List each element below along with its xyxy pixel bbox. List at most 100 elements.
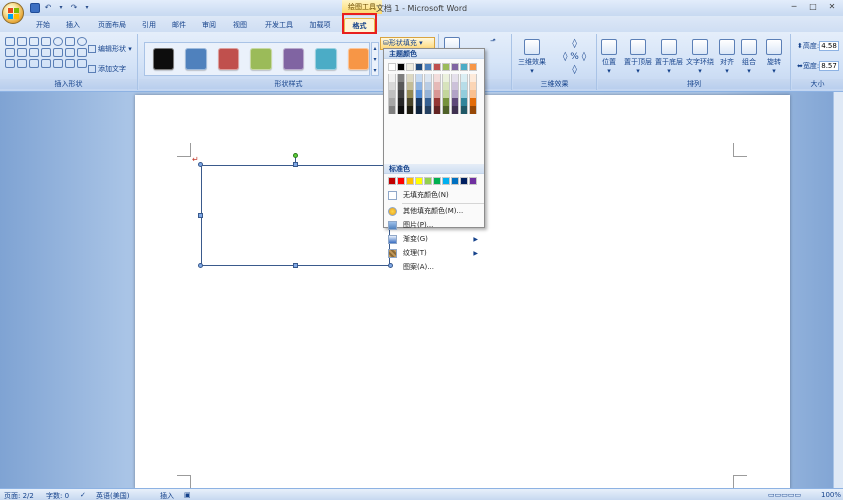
proofing-icon[interactable]: ✓ <box>80 491 86 499</box>
color-swatch[interactable] <box>451 90 459 98</box>
color-swatch[interactable] <box>433 63 441 71</box>
view-buttons[interactable]: ▭▭▭▭▭ <box>768 491 801 499</box>
color-swatch[interactable] <box>388 82 396 90</box>
tab-mailings[interactable]: 邮件 <box>166 18 192 32</box>
color-swatch[interactable] <box>433 90 441 98</box>
word-count[interactable]: 字数: 0 <box>46 491 69 500</box>
color-swatch[interactable] <box>424 63 432 71</box>
gallery-scroll[interactable]: ▴ ▾ ▾ <box>371 42 379 76</box>
color-swatch[interactable] <box>397 82 405 90</box>
color-swatch[interactable] <box>406 106 414 114</box>
tab-add-ins[interactable]: 加载项 <box>303 18 337 32</box>
color-swatch[interactable] <box>451 177 459 185</box>
color-swatch[interactable] <box>415 106 423 114</box>
style-swatch[interactable] <box>347 48 369 70</box>
color-swatch[interactable] <box>388 98 396 106</box>
color-swatch[interactable] <box>442 90 450 98</box>
color-swatch[interactable] <box>469 177 477 185</box>
color-swatch[interactable] <box>442 82 450 90</box>
texture-fill-item[interactable]: 纹理(T) ▶ <box>385 247 483 260</box>
shapes-gallery[interactable] <box>5 37 87 68</box>
style-swatch[interactable] <box>250 48 272 70</box>
bring-to-front-button[interactable]: 置于顶层 ▾ <box>624 39 652 75</box>
color-swatch[interactable] <box>424 98 432 106</box>
color-swatch[interactable] <box>469 106 477 114</box>
style-swatch[interactable] <box>217 48 240 70</box>
color-swatch[interactable] <box>406 63 414 71</box>
color-swatch[interactable] <box>433 106 441 114</box>
color-swatch[interactable] <box>442 177 450 185</box>
tab-view[interactable]: 视图 <box>227 18 253 32</box>
insert-mode[interactable]: 插入 <box>160 491 174 500</box>
color-swatch[interactable] <box>442 106 450 114</box>
maximize-icon[interactable]: □ <box>804 1 822 13</box>
rotation-handle[interactable] <box>293 153 298 158</box>
color-swatch[interactable] <box>415 63 423 71</box>
rotate-button[interactable]: 旋转 ▾ <box>766 39 782 75</box>
color-swatch[interactable] <box>424 177 432 185</box>
color-swatch[interactable] <box>415 74 423 82</box>
color-swatch[interactable] <box>406 177 414 185</box>
color-swatch[interactable] <box>415 82 423 90</box>
tab-home[interactable]: 开始 <box>30 18 56 32</box>
color-swatch[interactable] <box>451 82 459 90</box>
tab-developer[interactable]: 开发工具 <box>259 18 299 32</box>
color-swatch[interactable] <box>406 74 414 82</box>
color-swatch[interactable] <box>460 63 468 71</box>
color-swatch[interactable] <box>406 82 414 90</box>
add-text-button[interactable]: 添加文字 <box>88 64 126 74</box>
color-swatch[interactable] <box>397 106 405 114</box>
send-to-back-button[interactable]: 置于底层 ▾ <box>655 39 683 75</box>
style-swatch[interactable] <box>315 48 337 70</box>
color-swatch[interactable] <box>424 106 432 114</box>
color-swatch[interactable] <box>469 74 477 82</box>
color-swatch[interactable] <box>442 74 450 82</box>
minimize-icon[interactable]: ─ <box>785 1 803 13</box>
color-swatch[interactable] <box>460 177 468 185</box>
color-swatch[interactable] <box>451 74 459 82</box>
color-swatch[interactable] <box>460 74 468 82</box>
color-swatch[interactable] <box>460 82 468 90</box>
color-swatch[interactable] <box>388 177 396 185</box>
color-swatch[interactable] <box>433 74 441 82</box>
resize-handle[interactable] <box>198 263 203 268</box>
tab-references[interactable]: 引用 <box>136 18 162 32</box>
resize-handle[interactable] <box>198 213 203 218</box>
zoom-level[interactable]: 100% <box>821 491 841 499</box>
resize-handle[interactable] <box>293 263 298 268</box>
macro-record-icon[interactable]: ▣ <box>184 491 191 499</box>
align-button[interactable]: 对齐 ▾ <box>719 39 735 75</box>
color-swatch[interactable] <box>415 90 423 98</box>
more-fill-colors-item[interactable]: 其他填充颜色(M)... <box>385 205 483 218</box>
edit-shape-button[interactable]: 编辑形状 ▾ <box>88 44 132 54</box>
color-swatch[interactable] <box>460 90 468 98</box>
color-swatch[interactable] <box>388 63 396 71</box>
color-swatch[interactable] <box>433 177 441 185</box>
color-swatch[interactable] <box>388 74 396 82</box>
color-swatch[interactable] <box>442 63 450 71</box>
color-swatch[interactable] <box>469 90 477 98</box>
color-swatch[interactable] <box>397 98 405 106</box>
color-swatch[interactable] <box>415 98 423 106</box>
three-d-tilt-icons[interactable]: ◊ ◊ % ◊ ◊ <box>563 38 586 77</box>
color-swatch[interactable] <box>433 98 441 106</box>
picture-fill-item[interactable]: 图片(P)... <box>385 219 483 232</box>
resize-handle[interactable] <box>198 162 203 167</box>
page-count[interactable]: 页面: 2/2 <box>4 491 34 500</box>
text-wrapping-button[interactable]: 文字环绕 ▾ <box>686 39 714 75</box>
color-swatch[interactable] <box>451 106 459 114</box>
color-swatch[interactable] <box>469 82 477 90</box>
office-button[interactable] <box>2 2 24 24</box>
height-input[interactable]: 4.58 <box>819 41 840 51</box>
color-swatch[interactable] <box>406 90 414 98</box>
language-indicator[interactable]: 英语(美国) <box>96 491 129 500</box>
color-swatch[interactable] <box>469 63 477 71</box>
style-swatch[interactable] <box>153 48 175 70</box>
width-field[interactable]: ⬌宽度: 8.57 <box>797 61 840 71</box>
color-swatch[interactable] <box>424 90 432 98</box>
shadow-nudge-icon[interactable]: ⬏ <box>490 37 496 45</box>
rectangle-shape[interactable] <box>201 165 390 266</box>
color-swatch[interactable] <box>451 98 459 106</box>
color-swatch[interactable] <box>442 98 450 106</box>
color-swatch[interactable] <box>397 74 405 82</box>
